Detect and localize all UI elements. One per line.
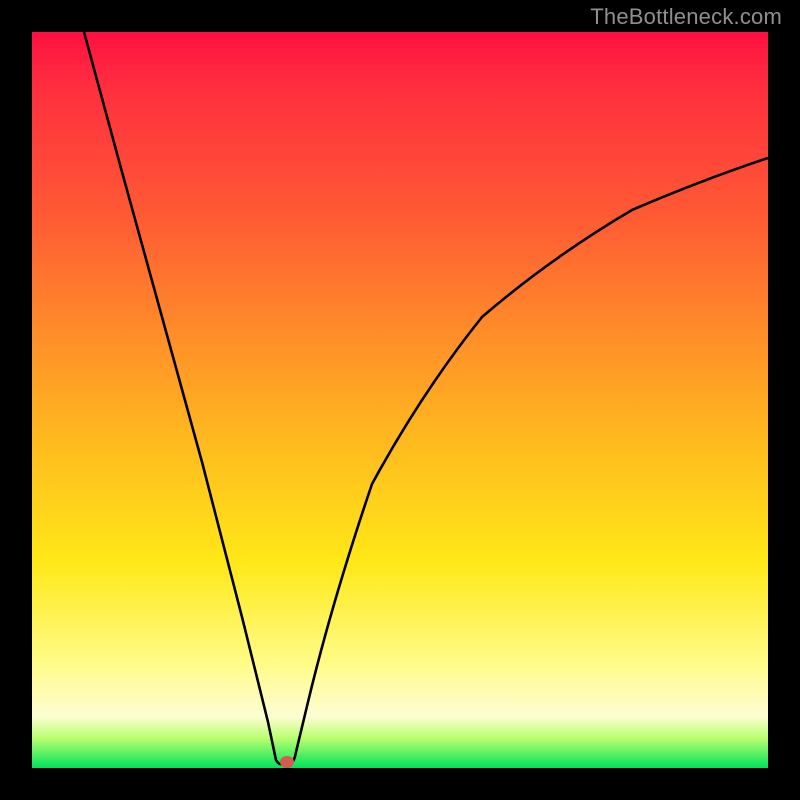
chart-frame: TheBottleneck.com [0, 0, 800, 800]
plot-area [32, 32, 768, 768]
bottleneck-curve [84, 32, 768, 764]
curve-svg [32, 32, 768, 768]
optimum-marker [280, 756, 294, 768]
watermark-text: TheBottleneck.com [590, 4, 782, 30]
